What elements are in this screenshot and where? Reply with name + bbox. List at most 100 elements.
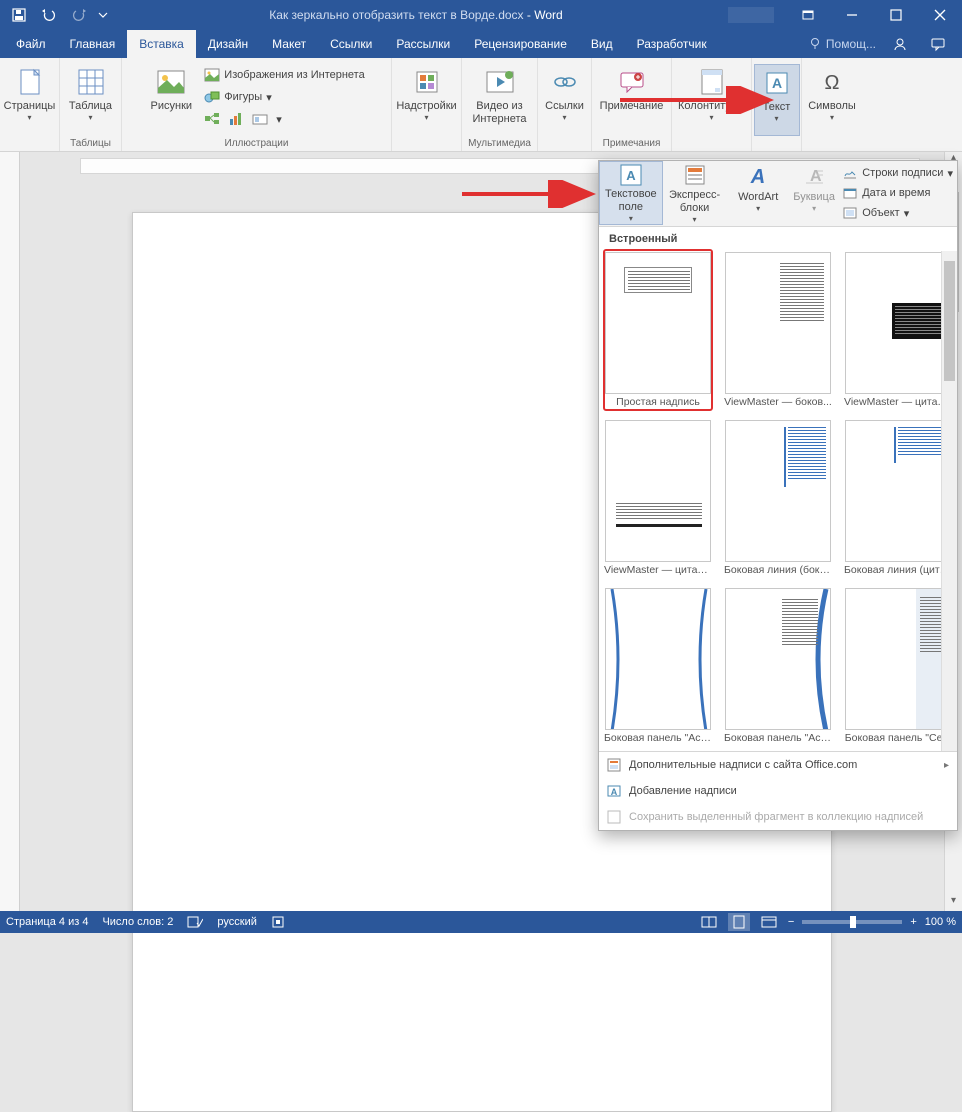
addins-button[interactable]: Надстройки▾ [394,64,460,136]
scroll-down-icon[interactable]: ▾ [945,895,962,911]
tab-insert[interactable]: Вставка [127,30,196,58]
tab-view[interactable]: Вид [579,30,625,58]
zoom-level[interactable]: 100 % [925,916,956,928]
draw-textbox-button[interactable]: A Добавление надписи [599,778,957,804]
tab-design[interactable]: Дизайн [196,30,260,58]
page-icon [14,66,46,98]
gallery-label: ViewMaster — цитата... [844,396,952,408]
tell-me-input[interactable]: Помощ... [808,37,876,51]
table-button[interactable]: Таблица▾ [62,64,120,136]
zoom-slider-knob[interactable] [850,916,856,928]
save-icon[interactable] [6,2,32,28]
object-icon [842,205,858,221]
text-button[interactable]: A Текст▾ [754,64,800,136]
screenshot-icon[interactable] [252,111,268,127]
ruler-vertical[interactable] [0,152,20,911]
tab-home[interactable]: Главная [58,30,128,58]
gallery-label: Боковая линия (боко... [724,564,832,576]
more-from-office-button[interactable]: Дополнительные надписи с сайта Office.co… [599,752,957,778]
gallery-label: Простая надпись [604,396,712,408]
gallery-thumb [845,252,951,394]
object-button[interactable]: Объект ▾ [838,203,957,223]
close-icon[interactable] [918,0,962,30]
tab-mailings[interactable]: Рассылки [384,30,462,58]
pictures-button[interactable]: Рисунки [144,64,198,136]
datetime-icon [842,185,858,201]
signature-icon [842,165,858,181]
status-language[interactable]: русский [217,916,256,928]
textbox-button[interactable]: A Текстовое поле▾ [599,161,663,225]
app-name: Word [534,8,562,22]
comment-button[interactable]: Примечание [594,64,670,136]
svg-text:A: A [611,787,618,797]
ribbon-tabs: Файл Главная Вставка Дизайн Макет Ссылки… [0,30,962,58]
chart-icon[interactable] [228,111,244,127]
comments-icon[interactable] [924,30,952,58]
gallery-item-6[interactable]: Боковая панель "Асп... [603,585,713,747]
gallery-thumb [605,420,711,562]
status-spellcheck-icon[interactable] [187,915,203,929]
account-area[interactable] [716,0,786,30]
view-weblayout-icon[interactable] [758,913,780,931]
pictures-icon [155,66,187,98]
status-wordcount[interactable]: Число слов: 2 [102,916,173,928]
tab-developer[interactable]: Разработчик [625,30,719,58]
group-comments: Примечание Примечания [592,58,672,151]
wordart-button[interactable]: A WordArt▾ [726,161,790,225]
group-addins: Надстройки▾ [392,58,462,151]
datetime-button[interactable]: Дата и время [838,183,957,203]
tab-file[interactable]: Файл [4,30,58,58]
gallery-item-3[interactable]: ViewMaster — цитата... [603,417,713,579]
shapes-button[interactable]: Фигуры ▾ [200,86,368,108]
group-headers: Колонтитулы▾ [672,58,752,151]
gallery-item-5[interactable]: Боковая линия (цита... [843,417,953,579]
ribbon-display-icon[interactable] [786,0,830,30]
gallery-label: ViewMaster — цитата... [604,564,712,576]
links-icon [549,66,581,98]
gallery-item-7[interactable]: Боковая панель "Асп... [723,585,833,747]
quick-access-toolbar [0,2,116,28]
gallery-item-8[interactable]: Боковая панель "Се... [843,585,953,747]
smartart-button[interactable]: ▾ [200,108,368,130]
gallery-item-1[interactable]: ViewMaster — боков... [723,249,833,411]
quickparts-button[interactable]: Экспресс-блоки▾ [663,161,727,225]
tab-layout[interactable]: Макет [260,30,318,58]
headers-button[interactable]: Колонтитулы▾ [674,64,750,136]
gallery-item-0[interactable]: Простая надпись [603,249,713,411]
minimize-icon[interactable] [830,0,874,30]
gallery-scrollbar[interactable] [941,251,957,751]
zoom-out-icon[interactable]: − [788,916,794,928]
status-macro-icon[interactable] [271,915,285,929]
view-readmode-icon[interactable] [698,913,720,931]
gallery-item-4[interactable]: Боковая линия (боко... [723,417,833,579]
redo-icon[interactable] [66,2,92,28]
undo-icon[interactable] [36,2,62,28]
table-icon [75,66,107,98]
dropcap-button[interactable]: A Буквица▾ [790,161,838,225]
gallery-item-2[interactable]: ViewMaster — цитата... [843,249,953,411]
gallery-label: ViewMaster — боков... [724,396,832,408]
links-button[interactable]: Ссылки▾ [540,64,590,136]
group-text: A Текст▾ [752,58,802,151]
pages-button[interactable]: Страницы▾ [1,64,59,136]
group-media: Видео из Интернета Мультимедиа [462,58,538,151]
gallery-thumb [605,588,711,730]
customize-qat-icon[interactable] [96,2,110,28]
view-printlayout-icon[interactable] [728,913,750,931]
tab-review[interactable]: Рецензирование [462,30,579,58]
statusbar: Страница 4 из 4 Число слов: 2 русский − … [0,911,962,933]
symbols-button[interactable]: Ω Символы▾ [804,64,860,136]
dropcap-icon: A [801,163,827,189]
share-icon[interactable] [886,30,914,58]
zoom-in-icon[interactable]: + [910,916,916,928]
gallery-scroll-thumb[interactable] [944,261,955,381]
tab-references[interactable]: Ссылки [318,30,384,58]
maximize-icon[interactable] [874,0,918,30]
signature-line-button[interactable]: Строки подписи ▾ [838,163,957,183]
zoom-slider[interactable] [802,920,902,924]
online-video-button[interactable]: Видео из Интернета [464,64,536,136]
text-icon: A [761,67,793,99]
status-page[interactable]: Страница 4 из 4 [6,916,88,928]
online-images-button[interactable]: Изображения из Интернета [200,64,368,86]
gallery-heading: Встроенный [603,231,957,249]
